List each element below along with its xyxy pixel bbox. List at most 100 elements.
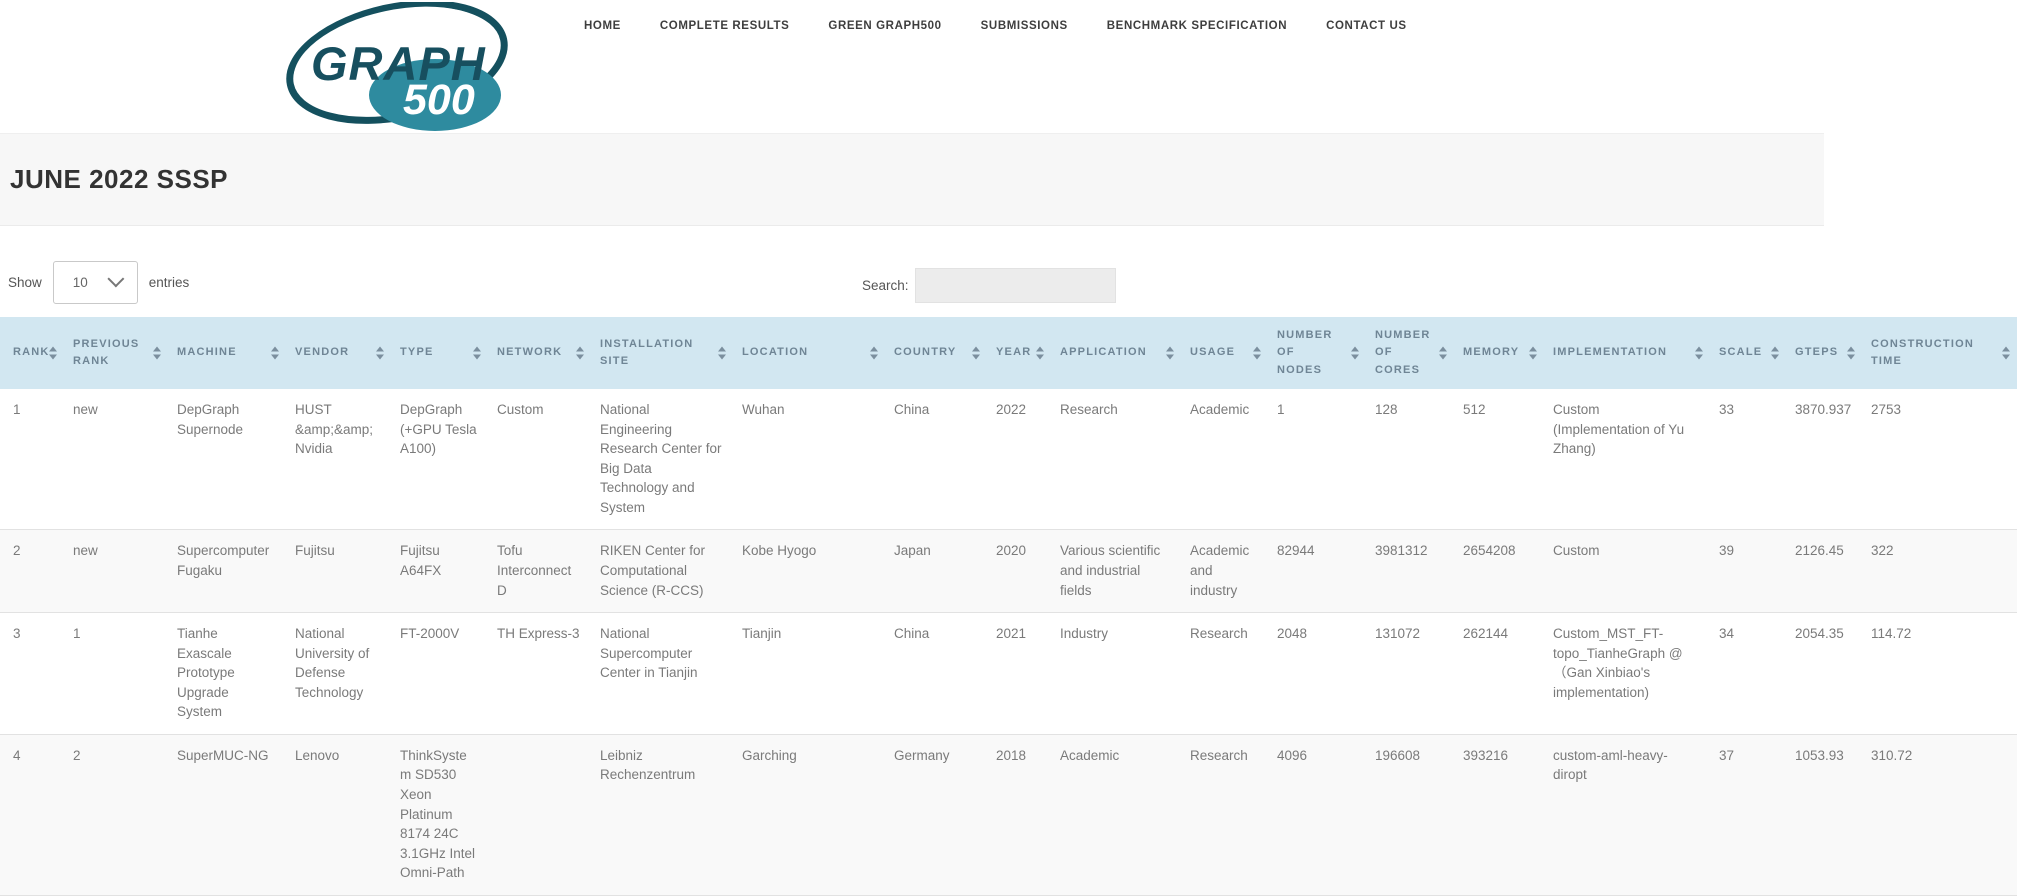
sort-icon[interactable]: [576, 347, 584, 360]
column-label: TYPE: [400, 346, 434, 358]
cell-implementation: Custom: [1544, 530, 1710, 613]
cell-usage: Research: [1181, 734, 1268, 895]
cell-network: Custom: [488, 389, 591, 530]
column-label: CONSTRUCTION TIME: [1871, 338, 1974, 367]
table-row: 1 new DepGraph Supernode HUST &amp;&amp;…: [0, 389, 2017, 530]
nav-item-home[interactable]: HOME: [584, 20, 621, 32]
cell-construction-time: 310.72: [1862, 734, 2017, 895]
page-length-select[interactable]: 10: [53, 261, 138, 304]
sort-icon[interactable]: [271, 347, 279, 360]
graph500-logo[interactable]: GRAPH 500: [283, 2, 515, 132]
column-header-implementation[interactable]: IMPLEMENTATION: [1544, 317, 1710, 389]
nav-item-green-graph500[interactable]: GREEN GRAPH500: [828, 20, 941, 32]
cell-rank: 4: [0, 734, 64, 895]
sort-icon[interactable]: [1439, 347, 1447, 360]
column-header-construction-time[interactable]: CONSTRUCTION TIME: [1862, 317, 2017, 389]
cell-installation-site: National Supercomputer Center in Tianjin: [591, 613, 733, 735]
cell-network: Tofu Interconnect D: [488, 530, 591, 613]
column-label: USAGE: [1190, 346, 1235, 358]
cell-installation-site: RIKEN Center for Computational Science (…: [591, 530, 733, 613]
cell-network: [488, 734, 591, 895]
nav-item-contact-us[interactable]: CONTACT US: [1326, 20, 1407, 32]
cell-number-of-nodes: 1: [1268, 389, 1366, 530]
cell-implementation: Custom (Implementation of Yu Zhang): [1544, 389, 1710, 530]
cell-installation-site: National Engineering Research Center for…: [591, 389, 733, 530]
cell-country: China: [885, 389, 987, 530]
cell-type: DepGraph (+GPU Tesla A100): [391, 389, 488, 530]
cell-usage: Research: [1181, 613, 1268, 735]
cell-rank: 1: [0, 389, 64, 530]
sort-icon[interactable]: [1847, 347, 1855, 360]
column-header-usage[interactable]: USAGE: [1181, 317, 1268, 389]
table-row: 4 2 SuperMUC-NG Lenovo ThinkSystem SD530…: [0, 734, 2017, 895]
cell-construction-time: 2753: [1862, 389, 2017, 530]
cell-construction-time: 114.72: [1862, 613, 2017, 735]
sort-icon[interactable]: [1036, 347, 1044, 360]
cell-year: 2018: [987, 734, 1051, 895]
cell-previous-rank: new: [64, 530, 168, 613]
cell-usage: Academic: [1181, 389, 1268, 530]
cell-year: 2020: [987, 530, 1051, 613]
cell-year: 2022: [987, 389, 1051, 530]
sort-icon[interactable]: [1253, 347, 1261, 360]
column-label: NUMBER OF NODES: [1277, 329, 1332, 375]
cell-rank: 2: [0, 530, 64, 613]
nav-item-benchmark-specification[interactable]: BENCHMARK SPECIFICATION: [1107, 20, 1287, 32]
table-row: 3 1 Tianhe Exascale Prototype Upgrade Sy…: [0, 613, 2017, 735]
cell-machine: Tianhe Exascale Prototype Upgrade System: [168, 613, 286, 735]
column-header-number-of-nodes[interactable]: NUMBER OF NODES: [1268, 317, 1366, 389]
sort-icon[interactable]: [1695, 347, 1703, 360]
column-header-vendor[interactable]: VENDOR: [286, 317, 391, 389]
column-header-memory[interactable]: MEMORY: [1454, 317, 1544, 389]
column-label: APPLICATION: [1060, 346, 1147, 358]
cell-year: 2021: [987, 613, 1051, 735]
cell-country: Germany: [885, 734, 987, 895]
column-header-country[interactable]: COUNTRY: [885, 317, 987, 389]
cell-scale: 37: [1710, 734, 1786, 895]
sort-icon[interactable]: [1529, 347, 1537, 360]
column-header-machine[interactable]: MACHINE: [168, 317, 286, 389]
cell-location: Garching: [733, 734, 885, 895]
search-input[interactable]: [915, 268, 1116, 303]
sort-icon[interactable]: [2002, 347, 2010, 360]
sort-icon[interactable]: [1351, 347, 1359, 360]
nav-item-submissions[interactable]: SUBMISSIONS: [981, 20, 1068, 32]
column-label: MACHINE: [177, 346, 237, 358]
cell-memory: 2654208: [1454, 530, 1544, 613]
sort-icon[interactable]: [972, 347, 980, 360]
column-label: YEAR: [996, 346, 1031, 358]
sort-icon[interactable]: [376, 347, 384, 360]
column-header-gteps[interactable]: GTEPS: [1786, 317, 1862, 389]
column-header-application[interactable]: APPLICATION: [1051, 317, 1181, 389]
cell-location: Kobe Hyogo: [733, 530, 885, 613]
column-header-number-of-cores[interactable]: NUMBER OF CORES: [1366, 317, 1454, 389]
nav-item-complete-results[interactable]: COMPLETE RESULTS: [660, 20, 790, 32]
cell-memory: 512: [1454, 389, 1544, 530]
cell-installation-site: Leibniz Rechenzentrum: [591, 734, 733, 895]
column-header-rank[interactable]: RANK: [0, 317, 64, 389]
sort-icon[interactable]: [49, 347, 57, 360]
cell-vendor: National University of Defense Technolog…: [286, 613, 391, 735]
cell-usage: Academic and industry: [1181, 530, 1268, 613]
column-header-installation-site[interactable]: INSTALLATION SITE: [591, 317, 733, 389]
cell-vendor: Lenovo: [286, 734, 391, 895]
column-header-scale[interactable]: SCALE: [1710, 317, 1786, 389]
column-header-previous-rank[interactable]: PREVIOUS RANK: [64, 317, 168, 389]
column-header-network[interactable]: NETWORK: [488, 317, 591, 389]
column-header-location[interactable]: LOCATION: [733, 317, 885, 389]
cell-country: China: [885, 613, 987, 735]
sort-icon[interactable]: [1166, 347, 1174, 360]
column-header-year[interactable]: YEAR: [987, 317, 1051, 389]
sort-icon[interactable]: [473, 347, 481, 360]
entries-label: entries: [149, 275, 190, 290]
sort-icon[interactable]: [718, 347, 726, 360]
cell-type: ThinkSystem SD530 Xeon Platinum 8174 24C…: [391, 734, 488, 895]
sort-icon[interactable]: [153, 347, 161, 360]
sort-icon[interactable]: [870, 347, 878, 360]
cell-gteps: 3870.937: [1786, 389, 1862, 530]
cell-country: Japan: [885, 530, 987, 613]
cell-gteps: 2054.35: [1786, 613, 1862, 735]
column-header-type[interactable]: TYPE: [391, 317, 488, 389]
page-length-control: Show 10 entries: [8, 261, 189, 304]
sort-icon[interactable]: [1771, 347, 1779, 360]
